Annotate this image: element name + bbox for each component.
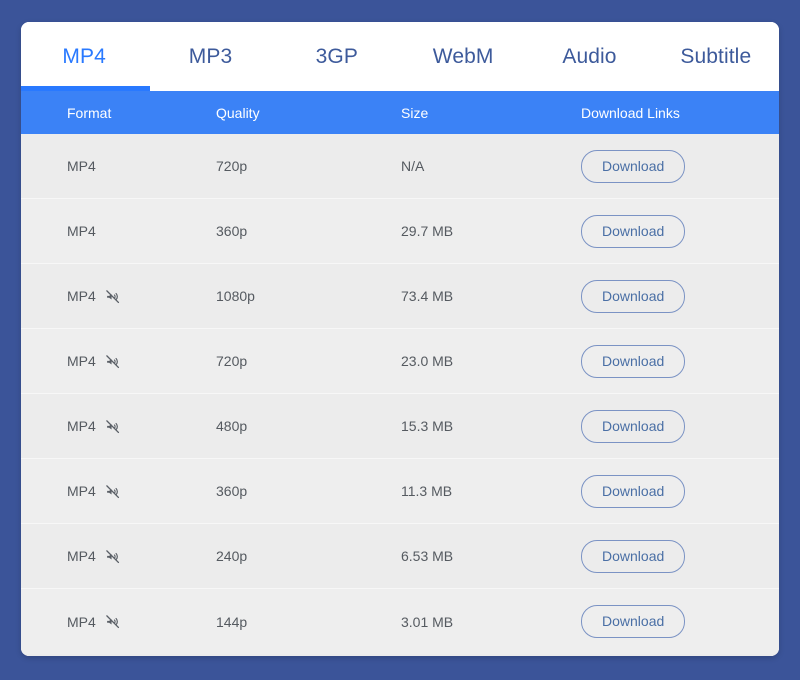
download-button[interactable]: Download [581, 150, 685, 183]
cell-quality: 240p [216, 548, 401, 564]
cell-size: 6.53 MB [401, 548, 581, 564]
cell-format: MP4 [21, 548, 216, 564]
tab-webm[interactable]: WebM [400, 22, 526, 91]
cell-format: MP4 [21, 223, 216, 239]
speaker-muted-icon [105, 354, 120, 369]
column-header-download-links: Download Links [581, 105, 779, 121]
download-options-card: MP4MP33GPWebMAudioSubtitle Format Qualit… [21, 22, 779, 656]
table-row: MP4 360p11.3 MBDownload [21, 459, 779, 524]
speaker-muted-icon [105, 549, 120, 564]
cell-size: N/A [401, 158, 581, 174]
cell-quality: 144p [216, 614, 401, 630]
table-row: MP4 720p23.0 MBDownload [21, 329, 779, 394]
cell-size: 29.7 MB [401, 223, 581, 239]
tab-3gp[interactable]: 3GP [274, 22, 400, 91]
table-row: MP4 240p6.53 MBDownload [21, 524, 779, 589]
table-body: MP4720pN/ADownloadMP4360p29.7 MBDownload… [21, 134, 779, 656]
cell-download: Download [581, 605, 779, 638]
format-label: MP4 [67, 483, 96, 499]
download-button[interactable]: Download [581, 540, 685, 573]
cell-download: Download [581, 475, 779, 508]
cell-quality: 1080p [216, 288, 401, 304]
cell-download: Download [581, 345, 779, 378]
tab-audio[interactable]: Audio [526, 22, 652, 91]
download-button[interactable]: Download [581, 605, 685, 638]
format-label: MP4 [67, 353, 96, 369]
cell-download: Download [581, 150, 779, 183]
format-label: MP4 [67, 288, 96, 304]
format-label: MP4 [67, 418, 96, 434]
download-button[interactable]: Download [581, 215, 685, 248]
cell-download: Download [581, 280, 779, 313]
table-row: MP4 480p15.3 MBDownload [21, 394, 779, 459]
format-label: MP4 [67, 548, 96, 564]
cell-quality: 720p [216, 158, 401, 174]
cell-quality: 480p [216, 418, 401, 434]
download-button[interactable]: Download [581, 345, 685, 378]
tab-list: MP4MP33GPWebMAudioSubtitle [21, 22, 779, 91]
cell-format: MP4 [21, 353, 216, 369]
cell-format: MP4 [21, 614, 216, 630]
cell-format: MP4 [21, 158, 216, 174]
cell-format: MP4 [21, 418, 216, 434]
column-header-quality: Quality [216, 105, 401, 121]
downloads-table: Format Quality Size Download Links MP4 72… [21, 91, 779, 656]
active-tab-indicator [21, 86, 150, 91]
format-label: MP4 [67, 223, 96, 239]
table-row: MP4 360p29.7 MBDownload [21, 199, 779, 264]
cell-size: 11.3 MB [401, 483, 581, 499]
cell-quality: 720p [216, 353, 401, 369]
table-header-row: Format Quality Size Download Links [21, 91, 779, 134]
cell-quality: 360p [216, 223, 401, 239]
cell-format: MP4 [21, 483, 216, 499]
table-row: MP4 1080p73.4 MBDownload [21, 264, 779, 329]
format-label: MP4 [67, 614, 96, 630]
cell-download: Download [581, 540, 779, 573]
tab-subtitle[interactable]: Subtitle [653, 22, 779, 91]
speaker-muted-icon [105, 484, 120, 499]
speaker-muted-icon [105, 614, 120, 629]
column-header-size: Size [401, 105, 581, 121]
tab-mp4[interactable]: MP4 [21, 22, 147, 91]
cell-format: MP4 [21, 288, 216, 304]
cell-size: 15.3 MB [401, 418, 581, 434]
cell-size: 23.0 MB [401, 353, 581, 369]
cell-size: 73.4 MB [401, 288, 581, 304]
speaker-muted-icon [105, 419, 120, 434]
table-row: MP4 144p3.01 MBDownload [21, 589, 779, 654]
cell-download: Download [581, 410, 779, 443]
format-label: MP4 [67, 158, 96, 174]
speaker-muted-icon [105, 289, 120, 304]
download-button[interactable]: Download [581, 280, 685, 313]
table-row: MP4 720pN/ADownload [21, 134, 779, 199]
tab-mp3[interactable]: MP3 [147, 22, 273, 91]
format-tab-bar: MP4MP33GPWebMAudioSubtitle [21, 22, 779, 91]
download-button[interactable]: Download [581, 475, 685, 508]
cell-download: Download [581, 215, 779, 248]
cell-size: 3.01 MB [401, 614, 581, 630]
cell-quality: 360p [216, 483, 401, 499]
column-header-format: Format [21, 105, 216, 121]
download-button[interactable]: Download [581, 410, 685, 443]
